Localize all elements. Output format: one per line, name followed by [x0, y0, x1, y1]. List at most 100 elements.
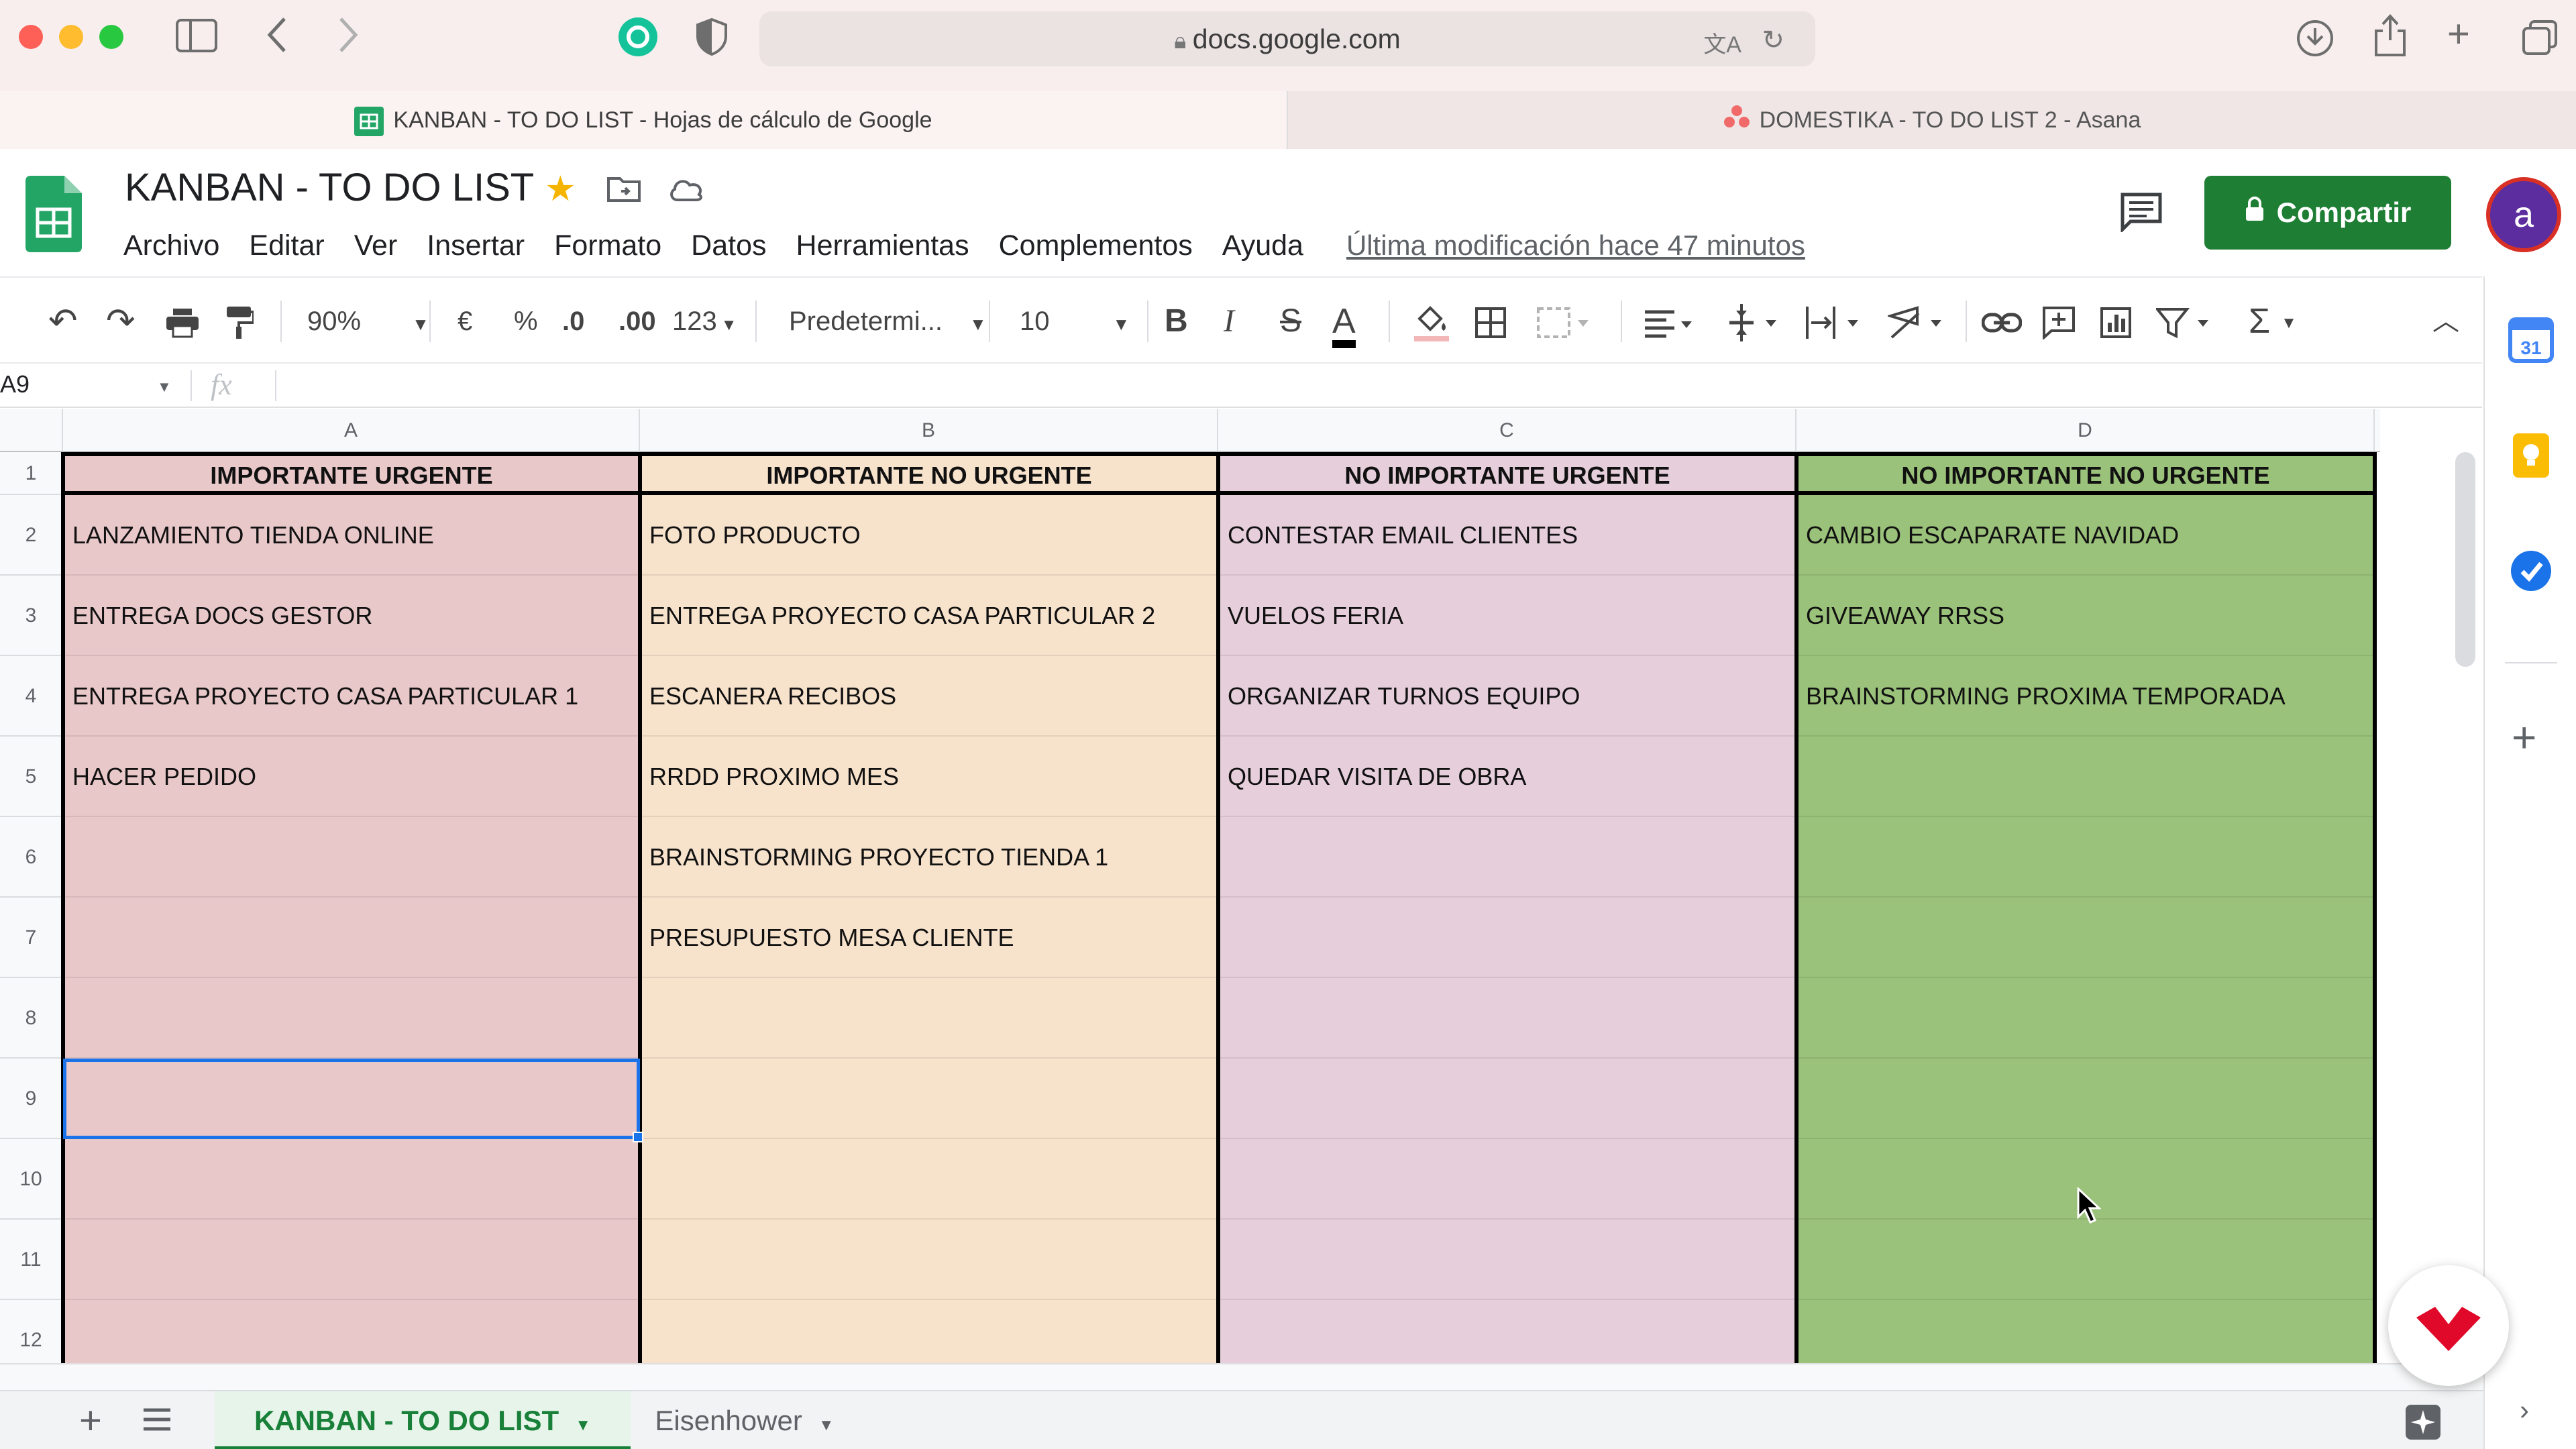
- row-header[interactable]: 10: [0, 1139, 63, 1220]
- horizontal-align-icon[interactable]: [1644, 278, 1697, 365]
- task-cell[interactable]: ENTREGA DOCS GESTOR: [63, 576, 640, 656]
- share-button[interactable]: Compartir: [2204, 176, 2451, 250]
- menu-insertar[interactable]: Insertar: [427, 229, 525, 262]
- row-header[interactable]: 12: [0, 1300, 63, 1363]
- task-cell[interactable]: [63, 1300, 640, 1363]
- add-addon-icon[interactable]: +: [2512, 712, 2536, 762]
- percent-format-button[interactable]: %: [514, 278, 538, 365]
- row-header[interactable]: 5: [0, 737, 63, 817]
- fill-handle[interactable]: [633, 1132, 643, 1142]
- task-cell[interactable]: BRAINSTORMING PROYECTO TIENDA 1: [640, 817, 1218, 898]
- row-header[interactable]: 6: [0, 817, 63, 898]
- comments-icon[interactable]: [2120, 192, 2163, 235]
- row-header[interactable]: 4: [0, 656, 63, 737]
- all-sheets-icon[interactable]: [142, 1406, 172, 1436]
- last-edit-link[interactable]: Última modificación hace 47 minutos: [1346, 229, 1805, 262]
- back-icon[interactable]: [266, 16, 288, 60]
- task-cell[interactable]: HACER PEDIDO: [63, 737, 640, 817]
- select-all-corner[interactable]: [0, 409, 63, 452]
- tasks-icon[interactable]: [2508, 547, 2555, 594]
- keep-icon[interactable]: [2508, 432, 2555, 479]
- translate-icon[interactable]: 文A: [1703, 26, 1741, 59]
- forward-icon[interactable]: [337, 16, 360, 60]
- maximize-window-button[interactable]: [99, 25, 123, 49]
- address-bar[interactable]: 🔒︎ docs.google.com ↻ 文A: [759, 11, 1815, 66]
- download-icon[interactable]: [2296, 19, 2334, 61]
- selected-cell-outline[interactable]: [63, 1059, 643, 1142]
- task-cell[interactable]: BRAINSTORMING PROXIMA TEMPORADA: [1796, 656, 2375, 737]
- quadrant-header-cell[interactable]: NO IMPORTANTE NO URGENTE: [1796, 452, 2375, 495]
- task-cell[interactable]: PRESUPUESTO MESA CLIENTE: [640, 898, 1218, 978]
- row-header[interactable]: 11: [0, 1220, 63, 1300]
- text-color-button[interactable]: A: [1332, 278, 1356, 365]
- text-wrap-icon[interactable]: [1805, 278, 1865, 365]
- font-family-select[interactable]: Predetermi... ▼: [789, 278, 987, 365]
- task-cell[interactable]: ENTREGA PROYECTO CASA PARTICULAR 2: [640, 576, 1218, 656]
- zoom-select[interactable]: 90% ▼: [307, 278, 429, 365]
- cell-reference-box[interactable]: A9: [0, 370, 30, 398]
- row-header[interactable]: 8: [0, 978, 63, 1059]
- task-cell[interactable]: [1796, 737, 2375, 817]
- domestika-widget-button[interactable]: [2388, 1265, 2509, 1386]
- browser-tab-asana[interactable]: DOMESTIKA - TO DO LIST 2 - Asana: [1287, 91, 2576, 149]
- sidebar-toggle-icon[interactable]: [176, 19, 217, 58]
- task-cell[interactable]: [1218, 817, 1796, 898]
- insert-chart-icon[interactable]: [2100, 278, 2132, 365]
- merge-cells-icon[interactable]: [1536, 278, 1590, 365]
- grammarly-extension-icon[interactable]: [617, 16, 659, 61]
- reload-icon[interactable]: ↻: [1762, 25, 1784, 56]
- shield-icon[interactable]: [695, 17, 729, 60]
- task-cell[interactable]: LANZAMIENTO TIENDA ONLINE: [63, 495, 640, 576]
- share-page-icon[interactable]: [2373, 13, 2407, 61]
- more-formats-button[interactable]: 123 ▼: [672, 278, 737, 365]
- minimize-window-button[interactable]: [59, 25, 83, 49]
- task-cell[interactable]: QUEDAR VISITA DE OBRA: [1218, 737, 1796, 817]
- text-rotation-icon[interactable]: [1886, 278, 1948, 365]
- task-cell[interactable]: [63, 817, 640, 898]
- font-size-select[interactable]: 10 ▼: [1020, 278, 1130, 365]
- column-header-a[interactable]: A: [63, 409, 640, 452]
- row-header[interactable]: 9: [0, 1059, 63, 1139]
- cloud-saved-icon[interactable]: [668, 176, 706, 206]
- task-cell[interactable]: [1218, 1300, 1796, 1363]
- task-cell[interactable]: [640, 1300, 1218, 1363]
- add-sheet-icon[interactable]: +: [79, 1398, 102, 1443]
- bold-button[interactable]: B: [1165, 278, 1188, 365]
- task-cell[interactable]: ENTREGA PROYECTO CASA PARTICULAR 1: [63, 656, 640, 737]
- account-avatar[interactable]: a: [2486, 177, 2561, 252]
- task-cell[interactable]: CAMBIO ESCAPARATE NAVIDAD: [1796, 495, 2375, 576]
- formula-input[interactable]: [282, 364, 2482, 408]
- quadrant-header-cell[interactable]: IMPORTANTE URGENTE: [63, 452, 640, 495]
- star-icon[interactable]: ★: [545, 169, 576, 209]
- task-cell[interactable]: [1218, 978, 1796, 1059]
- vertical-scrollbar[interactable]: [2455, 452, 2475, 667]
- currency-format-button[interactable]: €: [458, 278, 472, 365]
- decrease-decimals-button[interactable]: .0: [562, 278, 584, 365]
- sheets-logo-icon[interactable]: [25, 176, 82, 256]
- paint-format-icon[interactable]: [224, 278, 255, 365]
- task-cell[interactable]: [63, 898, 640, 978]
- chevron-right-icon[interactable]: ›: [2520, 1394, 2529, 1426]
- column-header-b[interactable]: B: [640, 409, 1218, 452]
- row-header[interactable]: 7: [0, 898, 63, 978]
- increase-decimals-button[interactable]: .00: [619, 278, 656, 365]
- italic-button[interactable]: I: [1224, 278, 1234, 365]
- task-cell[interactable]: [63, 1220, 640, 1300]
- close-window-button[interactable]: [19, 25, 43, 49]
- task-cell[interactable]: [1218, 1059, 1796, 1139]
- redo-icon[interactable]: ↷: [106, 278, 136, 365]
- fill-color-icon[interactable]: [1411, 278, 1452, 365]
- column-header-c[interactable]: C: [1218, 409, 1796, 452]
- menu-archivo[interactable]: Archivo: [123, 229, 219, 262]
- column-header-d[interactable]: D: [1796, 409, 2375, 452]
- task-cell[interactable]: [1796, 817, 2375, 898]
- collapse-toolbar-icon[interactable]: ︿: [2432, 278, 2459, 365]
- task-cell[interactable]: FOTO PRODUCTO: [640, 495, 1218, 576]
- vertical-align-icon[interactable]: [1728, 278, 1782, 365]
- insert-comment-icon[interactable]: [2042, 278, 2076, 365]
- task-cell[interactable]: [1796, 1059, 2375, 1139]
- task-cell[interactable]: [1218, 898, 1796, 978]
- task-cell[interactable]: CONTESTAR EMAIL CLIENTES: [1218, 495, 1796, 576]
- task-cell[interactable]: [1796, 1300, 2375, 1363]
- task-cell[interactable]: [640, 1059, 1218, 1139]
